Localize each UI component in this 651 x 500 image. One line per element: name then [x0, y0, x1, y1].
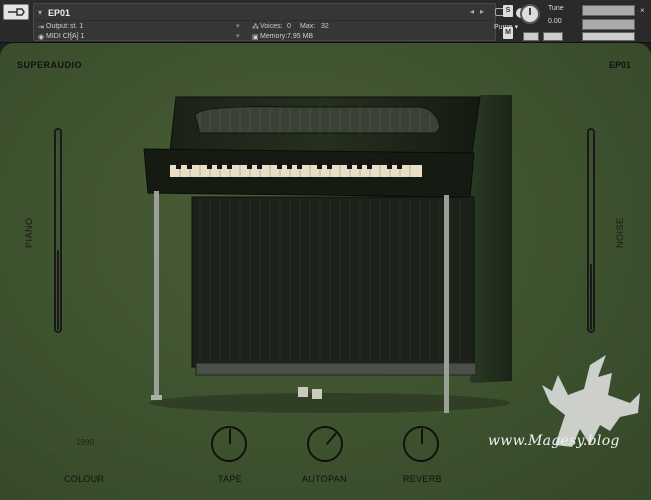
instrument-header: ▾ EP01 ◂▸ i ⇥ Output: st. 1 ▾ ◉ MIDI Ch:…: [0, 0, 651, 43]
instrument-menu-icon[interactable]: ▾: [38, 8, 42, 17]
brand-logo: SUPERAUDIO: [17, 60, 83, 70]
tape-label: TAPE: [218, 474, 243, 484]
output-icon: ⇥: [38, 24, 44, 31]
colour-label: COLOUR: [64, 474, 105, 484]
mute-button[interactable]: M: [503, 27, 513, 39]
pan-slider[interactable]: [582, 32, 635, 41]
header-divider: [36, 20, 493, 21]
output-label: Output:: [46, 23, 69, 30]
solo-button[interactable]: S: [503, 5, 513, 17]
close-icon[interactable]: ×: [640, 6, 645, 15]
reverb-label: REVERB: [403, 474, 442, 484]
max-label: Max:: [300, 23, 316, 30]
tape-knob-pointer: [229, 429, 231, 444]
electric-piano-image: [143, 95, 512, 413]
piano-level-fill: [57, 250, 59, 330]
reverb-knob[interactable]: [403, 426, 439, 462]
voices-icon: ⁂: [252, 24, 259, 31]
instrument-name[interactable]: EP01: [48, 8, 70, 18]
wrench-icon[interactable]: [3, 4, 29, 20]
output-dropdown-icon[interactable]: ▾: [236, 22, 240, 30]
memory-icon: ▣: [252, 34, 259, 41]
tune-section: S M Tune 0.00 ×: [501, 3, 649, 41]
prev-next-arrows-icon[interactable]: ◂▸: [470, 7, 490, 16]
autopan-knob[interactable]: [307, 426, 343, 462]
memory-value: 7.95 MB: [287, 33, 314, 40]
output-select[interactable]: st. 1: [70, 23, 83, 30]
level-meter-bottom: [582, 19, 635, 30]
noise-slider-label: NOISE: [615, 217, 625, 248]
midi-dropdown-icon[interactable]: ▾: [236, 32, 240, 40]
voices-value: 0: [287, 23, 291, 30]
noise-level-slider[interactable]: [587, 128, 595, 333]
instrument-info-panel: ▾ EP01 ◂▸ i ⇥ Output: st. 1 ▾ ◉ MIDI Ch:…: [33, 3, 526, 41]
midi-channel-select[interactable]: [A] 1: [70, 33, 84, 40]
voices-label: Voices:: [260, 23, 283, 30]
piano-slider-label: PIANO: [24, 217, 34, 248]
tune-knob[interactable]: [520, 4, 540, 24]
memory-label: Memory:: [260, 33, 288, 40]
tape-knob[interactable]: [211, 426, 247, 462]
tune-value[interactable]: 0.00: [548, 18, 562, 25]
max-voices-value[interactable]: 32: [321, 23, 329, 30]
piano-level-slider[interactable]: [54, 128, 62, 333]
product-name: EP01: [608, 60, 631, 70]
midi-icon: ◉: [38, 34, 45, 41]
autopan-label: AUTOPAN: [302, 474, 347, 484]
aux-icon[interactable]: [523, 32, 539, 41]
colour-value-display[interactable]: 1990: [44, 433, 126, 453]
autopan-knob-pointer: [325, 432, 338, 445]
reverb-knob-pointer: [421, 429, 423, 444]
watermark-text: www.Magesy.blog: [488, 433, 620, 449]
tune-label: Tune: [548, 5, 564, 12]
noise-level-fill: [590, 264, 592, 330]
pv-icon[interactable]: [543, 32, 563, 41]
level-meter-top: [582, 5, 635, 16]
